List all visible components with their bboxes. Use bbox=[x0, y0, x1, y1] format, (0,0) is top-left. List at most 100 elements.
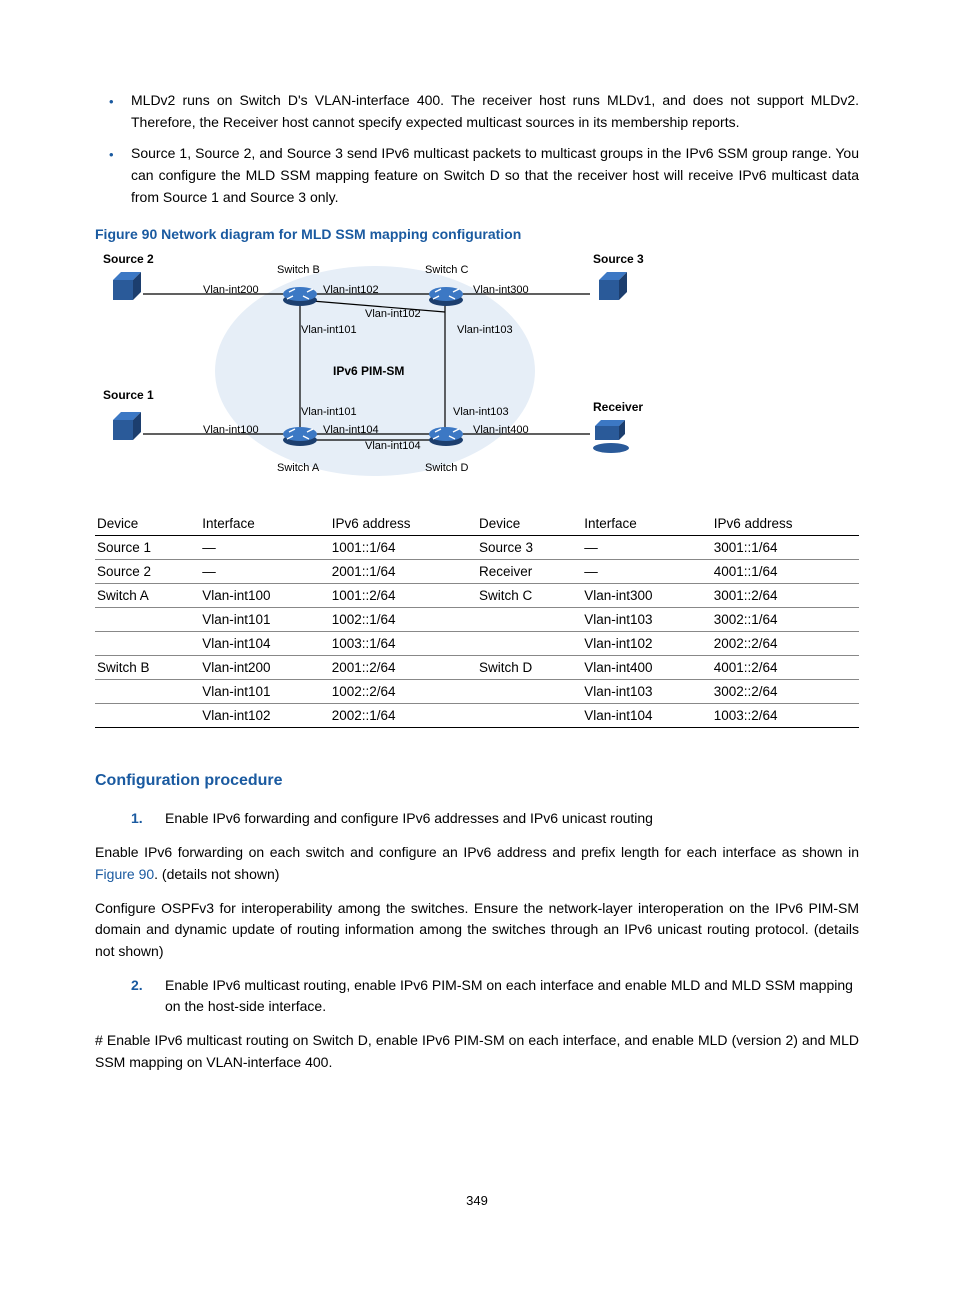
table-cell: 2002::1/64 bbox=[330, 704, 477, 728]
table-cell bbox=[477, 680, 582, 704]
label-vlan400: Vlan-int400 bbox=[473, 424, 529, 436]
switch-b-node bbox=[281, 280, 319, 308]
label-vlan101a: Vlan-int101 bbox=[301, 324, 357, 336]
table-row: Switch BVlan-int2002001::2/64Switch DVla… bbox=[95, 656, 859, 680]
para-text: Enable IPv6 forwarding on each switch an… bbox=[95, 844, 859, 860]
label-switch-c: Switch C bbox=[425, 264, 468, 276]
table-cell bbox=[95, 704, 200, 728]
label-vlan102a: Vlan-int102 bbox=[323, 284, 379, 296]
step-text: Enable IPv6 multicast routing, enable IP… bbox=[165, 977, 853, 1015]
table-cell bbox=[95, 632, 200, 656]
paragraph: Configure OSPFv3 for interoperability am… bbox=[95, 898, 859, 963]
receiver-node bbox=[589, 418, 635, 454]
bullet-list: MLDv2 runs on Switch D's VLAN-interface … bbox=[95, 90, 859, 208]
table-cell: 4001::1/64 bbox=[712, 560, 859, 584]
label-source1: Source 1 bbox=[103, 388, 154, 402]
table-cell: Switch A bbox=[95, 584, 200, 608]
source3-node bbox=[595, 270, 631, 304]
table-cell: 3001::2/64 bbox=[712, 584, 859, 608]
label-source2: Source 2 bbox=[103, 252, 154, 266]
table-cell: 1001::1/64 bbox=[330, 536, 477, 560]
col-device-1: Device bbox=[95, 512, 200, 536]
table-row: Vlan-int1011002::1/64Vlan-int1033002::1/… bbox=[95, 608, 859, 632]
table-cell: 1001::2/64 bbox=[330, 584, 477, 608]
label-vlan100: Vlan-int100 bbox=[203, 424, 259, 436]
label-vlan200: Vlan-int200 bbox=[203, 284, 259, 296]
figure-caption: Figure 90 Network diagram for MLD SSM ma… bbox=[95, 226, 859, 242]
step-2: 2. Enable IPv6 multicast routing, enable… bbox=[165, 975, 859, 1018]
label-pim: IPv6 PIM-SM bbox=[333, 364, 404, 378]
label-switch-a: Switch A bbox=[277, 462, 319, 474]
table-cell: 2002::2/64 bbox=[712, 632, 859, 656]
table-cell: — bbox=[582, 536, 711, 560]
step-number: 2. bbox=[131, 975, 143, 997]
step-number: 1. bbox=[131, 808, 143, 830]
table-cell: 1003::1/64 bbox=[330, 632, 477, 656]
table-cell: Source 1 bbox=[95, 536, 200, 560]
table-cell: Vlan-int102 bbox=[582, 632, 711, 656]
table-cell: 1002::1/64 bbox=[330, 608, 477, 632]
table-cell: Vlan-int200 bbox=[200, 656, 329, 680]
label-vlan101b: Vlan-int101 bbox=[301, 406, 357, 418]
table-cell: Source 2 bbox=[95, 560, 200, 584]
section-heading: Configuration procedure bbox=[95, 772, 859, 790]
col-addr-1: IPv6 address bbox=[330, 512, 477, 536]
label-vlan300: Vlan-int300 bbox=[473, 284, 529, 296]
table-cell: Vlan-int100 bbox=[200, 584, 329, 608]
table-cell bbox=[477, 632, 582, 656]
table-row: Switch AVlan-int1001001::2/64Switch CVla… bbox=[95, 584, 859, 608]
table-cell: 2001::2/64 bbox=[330, 656, 477, 680]
table-cell: 4001::2/64 bbox=[712, 656, 859, 680]
table-row: Vlan-int1022002::1/64 Vlan-int1041003::2/… bbox=[95, 704, 859, 728]
col-interface-2: Interface bbox=[582, 512, 711, 536]
paragraph: # Enable IPv6 multicast routing on Switc… bbox=[95, 1030, 859, 1073]
label-vlan104b: Vlan-int104 bbox=[365, 440, 421, 452]
step-list: 1. Enable IPv6 forwarding and configure … bbox=[95, 808, 859, 830]
label-source3: Source 3 bbox=[593, 252, 644, 266]
table-cell: 3001::1/64 bbox=[712, 536, 859, 560]
col-interface-1: Interface bbox=[200, 512, 329, 536]
label-switch-d: Switch D bbox=[425, 462, 468, 474]
table-row: Vlan-int1041003::1/64 Vlan-int1022002::2/… bbox=[95, 632, 859, 656]
para-text: . (details not shown) bbox=[154, 866, 279, 882]
table-cell: Vlan-int102 bbox=[200, 704, 329, 728]
table-cell: Switch D bbox=[477, 656, 582, 680]
table-cell: Switch C bbox=[477, 584, 582, 608]
table-row: Source 1—1001::1/64Source 3—3001::1/64 bbox=[95, 536, 859, 560]
network-diagram: Source 2 Source 3 Source 1 Receiver Swit… bbox=[95, 252, 651, 490]
address-table: Device Interface IPv6 address Device Int… bbox=[95, 512, 859, 728]
bullet-item: Source 1, Source 2, and Source 3 send IP… bbox=[131, 143, 859, 208]
source1-node bbox=[109, 410, 145, 444]
table-cell: 1003::2/64 bbox=[712, 704, 859, 728]
table-cell bbox=[477, 704, 582, 728]
table-cell: — bbox=[582, 560, 711, 584]
table-cell bbox=[477, 608, 582, 632]
label-vlan104a: Vlan-int104 bbox=[323, 424, 379, 436]
table-cell: Vlan-int104 bbox=[200, 632, 329, 656]
label-switch-b: Switch B bbox=[277, 264, 320, 276]
table-cell: — bbox=[200, 536, 329, 560]
table-cell: Vlan-int101 bbox=[200, 680, 329, 704]
table-cell: — bbox=[200, 560, 329, 584]
table-cell: Vlan-int103 bbox=[582, 608, 711, 632]
table-cell: 2001::1/64 bbox=[330, 560, 477, 584]
page-number: 349 bbox=[95, 1193, 859, 1208]
step-1: 1. Enable IPv6 forwarding and configure … bbox=[165, 808, 859, 830]
source2-node bbox=[109, 270, 145, 304]
table-cell: 1002::2/64 bbox=[330, 680, 477, 704]
table-cell: Switch B bbox=[95, 656, 200, 680]
step-list: 2. Enable IPv6 multicast routing, enable… bbox=[95, 975, 859, 1018]
switch-a-node bbox=[281, 420, 319, 448]
table-row: Source 2—2001::1/64Receiver—4001::1/64 bbox=[95, 560, 859, 584]
switch-d-node bbox=[427, 420, 465, 448]
bullet-item: MLDv2 runs on Switch D's VLAN-interface … bbox=[131, 90, 859, 133]
table-cell: Vlan-int104 bbox=[582, 704, 711, 728]
table-cell: Vlan-int101 bbox=[200, 608, 329, 632]
table-cell: 3002::2/64 bbox=[712, 680, 859, 704]
step-text: Enable IPv6 forwarding and configure IPv… bbox=[165, 810, 653, 826]
figure-link[interactable]: Figure 90 bbox=[95, 866, 154, 882]
label-vlan103b: Vlan-int103 bbox=[453, 406, 509, 418]
table-row: Vlan-int1011002::2/64Vlan-int1033002::2/… bbox=[95, 680, 859, 704]
table-cell: Vlan-int300 bbox=[582, 584, 711, 608]
col-addr-2: IPv6 address bbox=[712, 512, 859, 536]
